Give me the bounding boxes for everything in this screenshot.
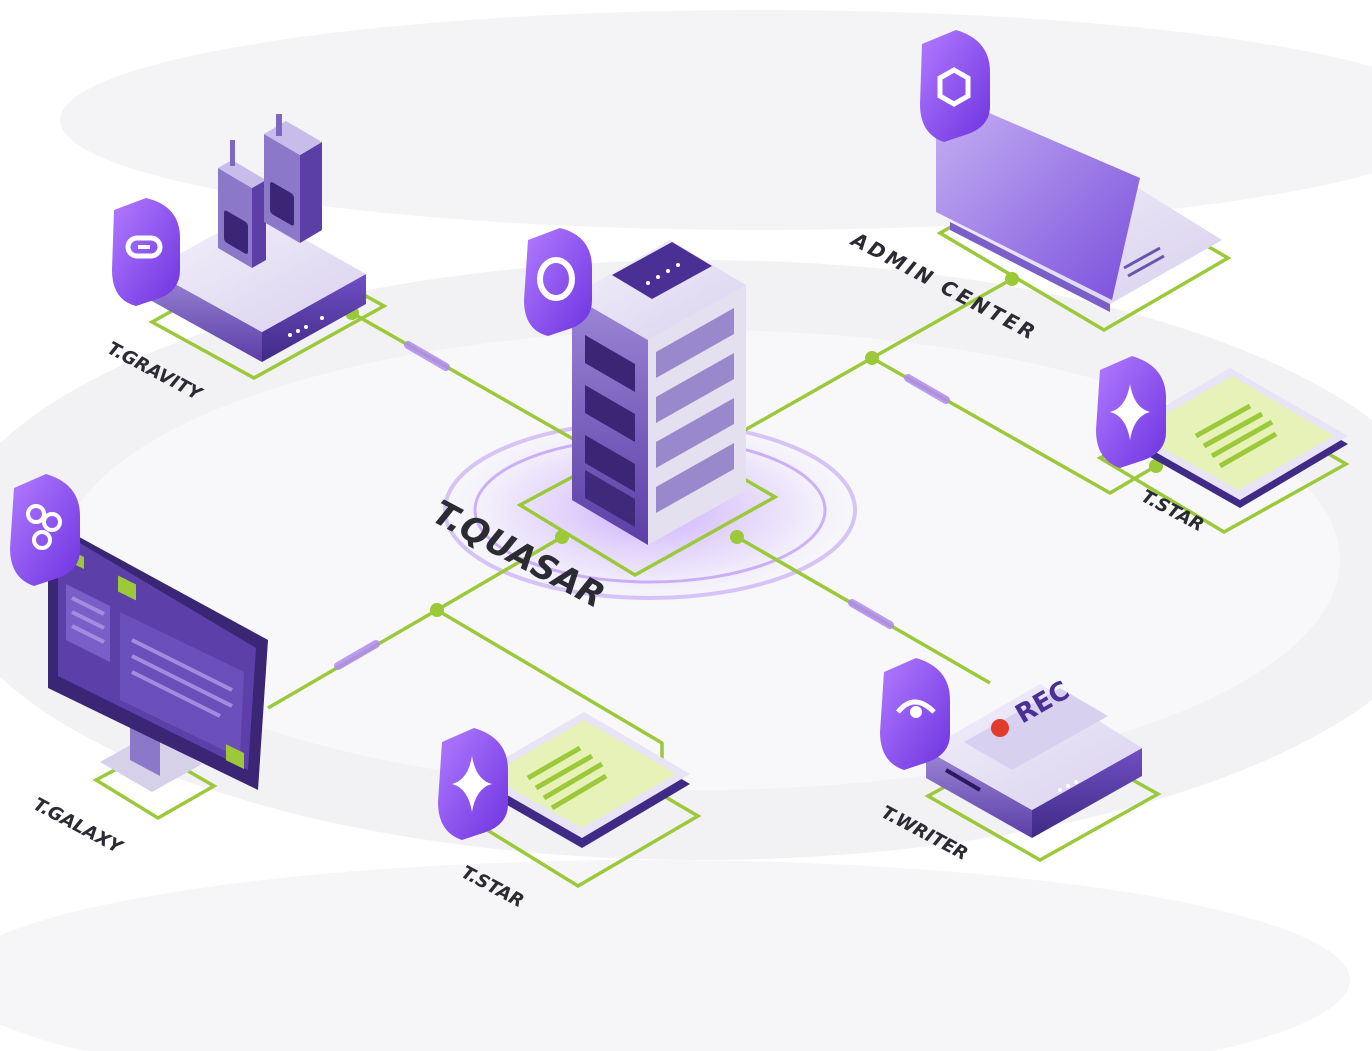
sparkle-star-icon: [438, 728, 508, 840]
rec-dot-icon: [991, 719, 1009, 737]
radio-1-antenna: [230, 140, 235, 166]
network-diagram: T.QUASAR T.GRAVITY ADMIN CENTER T.STAR T…: [0, 10, 1372, 1051]
sparkle-star-icon: [1096, 356, 1166, 468]
triskelion-icon: [10, 474, 80, 586]
radio-2-side: [300, 142, 322, 243]
link-icon: [112, 198, 180, 306]
radio-2-antenna: [276, 114, 282, 136]
hexagon-nut-icon: [920, 30, 990, 142]
galaxy-label: T.GALAXY: [30, 794, 127, 859]
eye-icon: [880, 658, 950, 770]
quasar-ring-icon: [524, 228, 592, 336]
radio-1-side: [252, 180, 266, 268]
